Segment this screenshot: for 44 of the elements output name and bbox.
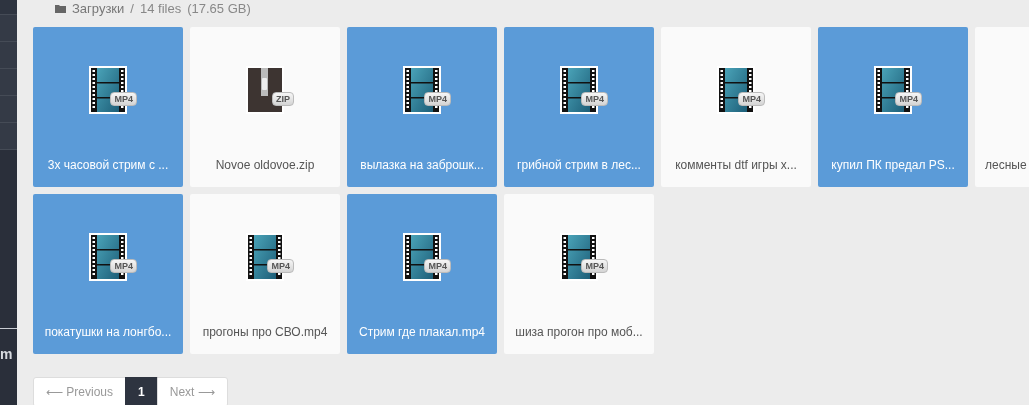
sidebar-item[interactable] [0,15,17,42]
sidebar-label[interactable]: m [0,346,13,362]
file-card[interactable]: ZIP Novoe oldovoe.zip [190,27,340,187]
type-badge: MP4 [738,92,765,106]
type-badge: MP4 [581,259,608,273]
file-name: Novoe oldovoe.zip [215,158,315,172]
file-card[interactable]: MP4 покатушки на лонгбо... [33,194,183,354]
type-badge: MP4 [895,92,922,106]
breadcrumb-link[interactable]: Загрузки [72,0,125,16]
file-name: комменты dtf игры х... [675,158,797,172]
type-badge: MP4 [110,259,137,273]
file-name: шиза прогон про моб... [515,325,643,339]
file-card[interactable]: MP4 вылазка на заброшк... [347,27,497,187]
file-card[interactable]: MP4 комменты dtf игры х... [661,27,811,187]
file-card[interactable]: лесные [975,27,1029,187]
file-name: Стрим где плакал.mp4 [359,325,485,339]
folder-size: (17.65 GB) [187,0,251,16]
type-badge: MP4 [424,259,451,273]
sidebar-item[interactable] [0,123,17,150]
type-badge: MP4 [581,92,608,106]
file-name: лесные [985,158,1027,172]
sidebar-item[interactable] [0,69,17,96]
type-badge: ZIP [272,92,294,106]
file-count: 14 files [139,0,182,16]
file-name: покатушки на лонгбо... [44,325,172,339]
file-card[interactable]: MP4 3х часовой стрим с ... [33,27,183,187]
type-badge: MP4 [267,259,294,273]
sidebar-item[interactable] [0,42,17,69]
file-card[interactable]: MP4 грибной стрим в лес... [504,27,654,187]
file-card[interactable]: MP4 прогоны про СВО.mp4 [190,194,340,354]
type-badge: MP4 [110,92,137,106]
file-card[interactable]: MP4 Стрим где плакал.mp4 [347,194,497,354]
breadcrumb-separator: / [130,0,134,16]
folder-icon [55,3,66,13]
file-card[interactable]: MP4 шиза прогон про моб... [504,194,654,354]
file-name: 3х часовой стрим с ... [47,158,169,172]
type-badge: MP4 [424,92,451,106]
page-button[interactable]: 1 [125,377,158,405]
file-name: вылазка на заброшк... [360,158,484,172]
file-card[interactable]: MP4 купил ПК предал PS... [818,27,968,187]
sidebar-item[interactable] [0,96,17,123]
file-name: прогоны про СВО.mp4 [202,325,328,339]
file-name: грибной стрим в лес... [517,158,641,172]
file-name: купил ПК предал PS... [831,158,955,172]
